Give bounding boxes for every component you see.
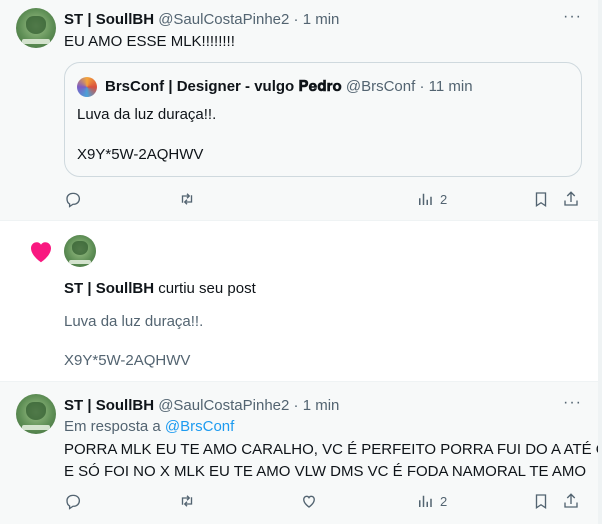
quote-text-line: X9Y*5W-2AQHWV — [77, 146, 204, 163]
quote-author-name: BrsConf | Designer - vulgo 𝐏𝐞𝐝𝐫𝐨 — [105, 78, 342, 95]
retweet-icon — [181, 495, 193, 507]
notification-header: ST | SoullBH curtiu seu post — [64, 279, 256, 299]
notification-action: curtiu seu post — [158, 280, 256, 297]
more-options-icon[interactable]: ··· — [563, 8, 582, 26]
liked-post-text: X9Y*5W-2AQHWV — [64, 352, 191, 369]
reply-icon — [66, 494, 81, 510]
views-button[interactable]: 2 — [416, 492, 447, 510]
avatar[interactable] — [64, 235, 96, 267]
quoted-tweet[interactable]: BrsConf | Designer - vulgo 𝐏𝐞𝐝𝐫𝐨 @BrsCon… — [64, 62, 582, 177]
like-notification[interactable]: ST | SoullBH curtiu seu post Luva da luz… — [0, 221, 598, 382]
author-handle[interactable]: @SaulCostaPinhe2 — [158, 397, 289, 414]
bookmark-button[interactable] — [532, 190, 550, 208]
tweet-actions: 2 — [64, 492, 584, 512]
heart-icon — [31, 242, 51, 263]
quote-avatar — [77, 77, 97, 97]
bookmark-button[interactable] — [532, 492, 550, 510]
share-icon — [564, 191, 578, 206]
heart-icon — [303, 495, 315, 508]
quote-timestamp: 11 min — [428, 78, 473, 95]
notifications-feed: ST | SoullBH @SaulCostaPinhe2 · 1 min ··… — [0, 0, 602, 524]
tweet-text-line: PORRA MLK EU TE AMO CARALHO, VC É PERFEI… — [64, 441, 602, 458]
scrollbar-track[interactable] — [598, 0, 602, 524]
reply-to-handle[interactable]: @BrsConf — [165, 418, 234, 435]
share-button[interactable] — [562, 492, 580, 510]
avatar[interactable] — [16, 8, 56, 48]
views-count: 2 — [440, 493, 448, 509]
share-icon — [564, 493, 578, 508]
reply-tweet-card[interactable]: ST | SoullBH @SaulCostaPinhe2 · 1 min ··… — [0, 382, 602, 524]
retweet-button[interactable] — [178, 492, 196, 510]
share-button[interactable] — [562, 190, 580, 208]
views-button[interactable]: 2 — [416, 190, 447, 208]
more-options-icon[interactable]: ··· — [563, 394, 582, 412]
retweet-icon — [181, 193, 193, 205]
bookmark-icon — [535, 494, 547, 510]
views-icon — [419, 193, 432, 205]
user-name[interactable]: ST | SoullBH — [64, 280, 154, 297]
tweet-text: EU AMO ESSE MLK!!!!!!!! — [64, 33, 235, 50]
timestamp[interactable]: 1 min — [303, 397, 340, 414]
author-handle[interactable]: @SaulCostaPinhe2 — [158, 11, 289, 28]
tweet-header: ST | SoullBH @SaulCostaPinhe2 · 1 min — [64, 397, 340, 414]
views-count: 2 — [440, 191, 448, 207]
author-name[interactable]: ST | SoullBH — [64, 397, 154, 414]
like-button[interactable] — [300, 492, 318, 510]
avatar[interactable] — [16, 394, 56, 434]
reply-button[interactable] — [64, 190, 82, 208]
tweet-text-line: E SÓ FOI NO X MLK EU TE AMO VLW DMS VC É… — [64, 463, 587, 480]
author-name[interactable]: ST | SoullBH — [64, 11, 154, 28]
tweet-actions: 2 — [64, 190, 584, 210]
reply-context: Em resposta a @BrsConf — [64, 418, 235, 435]
reply-button[interactable] — [64, 492, 82, 510]
views-icon — [419, 495, 432, 507]
quote-text-line: Luva da luz duraça!!. — [77, 106, 217, 123]
bookmark-icon — [535, 192, 547, 208]
tweet-header: ST | SoullBH @SaulCostaPinhe2 · 1 min — [64, 11, 340, 28]
timestamp[interactable]: 1 min — [303, 11, 340, 28]
quote-header: BrsConf | Designer - vulgo 𝐏𝐞𝐝𝐫𝐨 @BrsCon… — [105, 78, 473, 95]
retweet-button[interactable] — [178, 190, 196, 208]
tweet-card[interactable]: ST | SoullBH @SaulCostaPinhe2 · 1 min ··… — [0, 0, 598, 221]
quote-author-handle: @BrsConf — [345, 78, 416, 95]
reply-icon — [66, 192, 81, 208]
liked-post-text: Luva da luz duraça!!. — [64, 313, 204, 330]
